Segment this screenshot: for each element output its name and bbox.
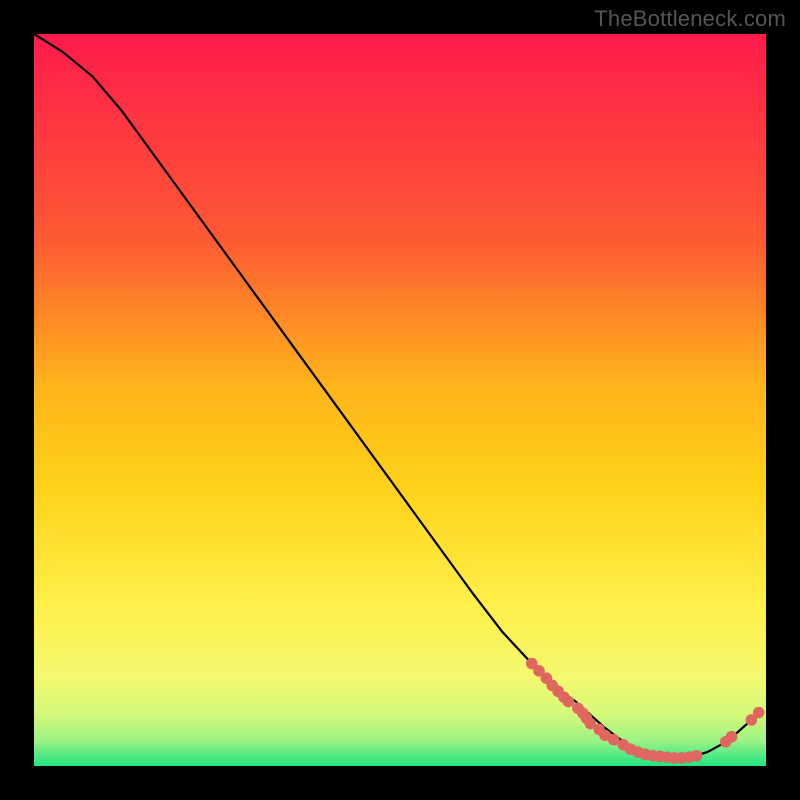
data-marker (726, 731, 738, 743)
data-marker (753, 707, 765, 719)
chart-container: TheBottleneck.com (0, 0, 800, 800)
chart-svg (34, 34, 766, 766)
gradient-background (34, 34, 766, 766)
plot-area (34, 34, 766, 766)
watermark-label: TheBottleneck.com (594, 6, 786, 32)
data-marker (691, 750, 703, 762)
data-marker (563, 696, 575, 708)
